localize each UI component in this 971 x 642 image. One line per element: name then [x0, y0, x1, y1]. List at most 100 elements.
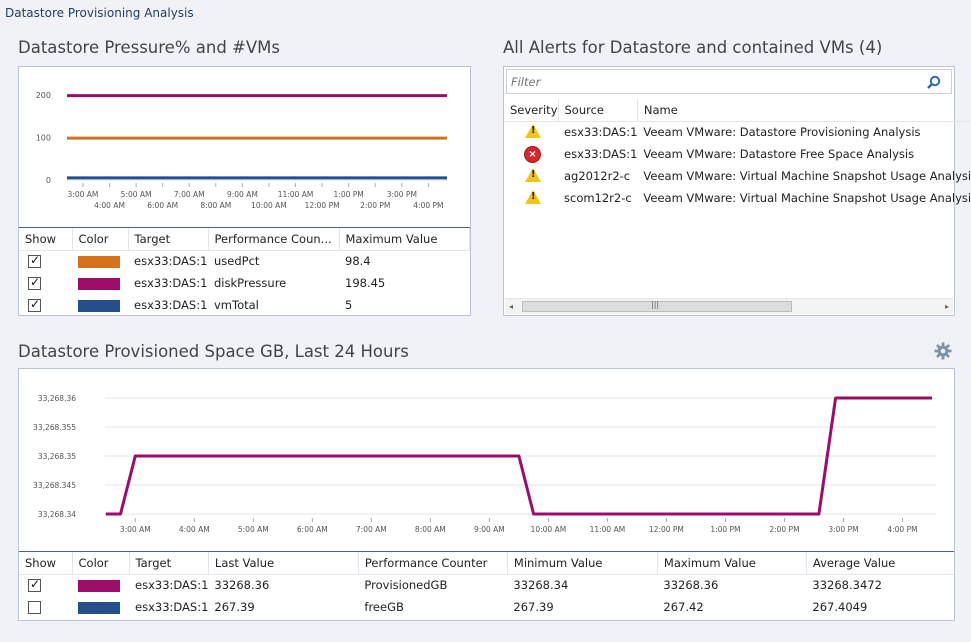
- col-counter[interactable]: Performance Counter: [358, 552, 508, 574]
- alerts-section-title: All Alerts for Datastore and contained V…: [503, 38, 883, 57]
- target-cell: esx33:DAS:1: [135, 578, 209, 593]
- col-color[interactable]: Color: [72, 552, 130, 574]
- col-show[interactable]: Show: [19, 552, 73, 574]
- source-cell: esx33:DAS:1: [564, 125, 638, 140]
- x-tick-label: 12:00 PM: [649, 525, 684, 534]
- show-checkbox[interactable]: [28, 601, 41, 614]
- show-checkbox[interactable]: [28, 275, 41, 290]
- max-value-cell: 98.4: [345, 254, 371, 269]
- scroll-right-button[interactable]: ▸: [945, 302, 949, 311]
- alert-row[interactable]: scom12r2-c Veeam VMware: Virtual Machine …: [504, 187, 971, 209]
- x-tick-label: 9:00 AM: [474, 525, 505, 534]
- warning-icon: [525, 123, 541, 138]
- gear-icon[interactable]: [934, 342, 952, 360]
- show-checkbox[interactable]: [28, 577, 41, 593]
- scroll-grip: |||: [651, 300, 660, 309]
- col-target[interactable]: Target: [128, 228, 209, 250]
- severity-cell: ×: [504, 143, 558, 165]
- alert-name-cell: Veeam VMware: Datastore Free Space Analy…: [643, 147, 915, 161]
- y-tick-label: 0: [46, 176, 51, 185]
- max-value-cell: 267.42: [663, 600, 704, 614]
- col-name[interactable]: Name: [637, 99, 971, 121]
- x-tick-label: 4:00 PM: [413, 201, 443, 210]
- provisioned-grid: Show Color Target Last Value Performance…: [19, 552, 954, 618]
- col-max[interactable]: Maximum Value: [339, 228, 470, 250]
- x-tick-label: 7:00 AM: [356, 525, 387, 534]
- provisioned-grid-header: Show Color Target Last Value Performance…: [19, 552, 954, 574]
- alerts-hscrollbar[interactable]: ◂ ||| ▸: [505, 298, 953, 314]
- table-row[interactable]: esx33:DAS:1 267.39 freeGB 267.39 267.42 267.4…: [19, 596, 954, 618]
- provisioned-section-title: Datastore Provisioned Space GB, Last 24 …: [18, 342, 409, 361]
- critical-icon: ×: [525, 147, 540, 162]
- show-checkbox[interactable]: [28, 297, 41, 312]
- filter-box: [506, 69, 952, 94]
- scroll-left-button[interactable]: ◂: [509, 302, 513, 311]
- table-row[interactable]: esx33:DAS:1 33268.36 ProvisionedGB 33268.34…: [19, 574, 954, 596]
- table-row[interactable]: esx33:DAS:1 diskPressure 198.45: [19, 272, 470, 294]
- provisioned-chart: 33,268.36 33,268.355 33,268.35 33,268.345 33…: [33, 394, 936, 534]
- alert-row[interactable]: esx33:DAS:1 Veeam VMware: Datastore Provi…: [504, 121, 971, 143]
- alerts-grid-header: Severity Source Name: [504, 99, 971, 121]
- target-cell: esx33:DAS:1: [134, 298, 208, 312]
- alert-row[interactable]: × esx33:DAS:1 Veeam VMware: Datastore Free…: [504, 143, 971, 165]
- pressure-chart: 200 100 0 3:00 AM 5:00 AM 7:00 AM 9:00 AM 11:00…: [36, 91, 447, 210]
- avg-value-cell: 267.4049: [812, 600, 868, 614]
- alert-row[interactable]: ag2012r2-c Veeam VMware: Virtual Machine …: [504, 165, 971, 187]
- warning-icon: [525, 167, 541, 182]
- target-cell: esx33:DAS:1: [135, 600, 209, 614]
- pressure-grid: Show Color Target Performance Coun... Ma…: [19, 228, 470, 316]
- col-source[interactable]: Source: [558, 99, 638, 121]
- severity-cell: [504, 187, 558, 209]
- x-tick-label: 1:00 PM: [710, 525, 740, 534]
- counter-cell: vmTotal: [214, 298, 259, 312]
- source-cell: ag2012r2-c: [564, 169, 631, 183]
- col-color[interactable]: Color: [72, 228, 129, 250]
- show-cell: [19, 272, 72, 294]
- show-checkbox[interactable]: [28, 253, 41, 269]
- color-swatch: [78, 601, 120, 614]
- col-counter[interactable]: Performance Coun...: [208, 228, 340, 250]
- x-tick-label: 6:00 AM: [297, 525, 328, 534]
- x-tick-label: 1:00 PM: [334, 190, 364, 199]
- source-cell: esx33:DAS:1: [564, 147, 638, 161]
- color-swatch: [78, 277, 120, 290]
- col-show[interactable]: Show: [19, 228, 73, 250]
- col-min[interactable]: Minimum Value: [507, 552, 658, 574]
- alert-name-cell: Veeam VMware: Virtual Machine Snapshot U…: [643, 191, 971, 205]
- col-avg[interactable]: Average Value: [806, 552, 954, 574]
- pressure-panel: 200 100 0 3:00 AM 5:00 AM 7:00 AM 9:00 AM 11:00…: [18, 66, 471, 316]
- alert-name-cell: Veeam VMware: Virtual Machine Snapshot U…: [643, 169, 971, 183]
- color-swatch: [78, 255, 120, 268]
- x-tick-label: 12:00 PM: [305, 201, 340, 210]
- pressure-grid-header: Show Color Target Performance Coun... Ma…: [19, 228, 470, 250]
- counter-cell: usedPct: [214, 254, 260, 269]
- x-tick-label: 3:00 AM: [120, 525, 151, 534]
- table-row[interactable]: esx33:DAS:1 usedPct 98.4: [19, 250, 470, 272]
- provisioned-panel: 33,268.36 33,268.355 33,268.35 33,268.345 33…: [18, 368, 955, 621]
- y-tick-label: 200: [36, 91, 51, 100]
- col-max[interactable]: Maximum Value: [657, 552, 807, 574]
- y-tick-label: 33,268.35: [38, 452, 76, 461]
- col-last-value[interactable]: Last Value: [208, 552, 359, 574]
- filter-input[interactable]: [507, 70, 917, 93]
- target-cell: esx33:DAS:1: [134, 276, 208, 290]
- show-cell: [19, 574, 72, 596]
- y-tick-label: 33,268.345: [33, 481, 76, 490]
- x-tick-label: 8:00 AM: [415, 525, 446, 534]
- search-icon[interactable]: [927, 75, 941, 89]
- x-tick-label: 4:00 AM: [94, 201, 125, 210]
- severity-cell: [504, 121, 558, 143]
- x-tick-label: 2:00 PM: [360, 201, 390, 210]
- x-tick-label: 3:00 PM: [387, 190, 417, 199]
- col-target[interactable]: Target: [129, 552, 209, 574]
- max-value-cell: 5: [345, 298, 353, 312]
- x-tick-label: 8:00 AM: [200, 201, 231, 210]
- table-row[interactable]: esx33:DAS:1 vmTotal 5: [19, 294, 470, 316]
- scroll-thumb[interactable]: |||: [522, 300, 792, 312]
- x-tick-label: 3:00 AM: [68, 190, 99, 199]
- counter-cell: freeGB: [364, 600, 404, 614]
- col-severity[interactable]: Severity: [504, 99, 559, 121]
- x-tick-label: 5:00 AM: [238, 525, 269, 534]
- color-swatch: [78, 299, 120, 312]
- show-cell: [19, 250, 72, 272]
